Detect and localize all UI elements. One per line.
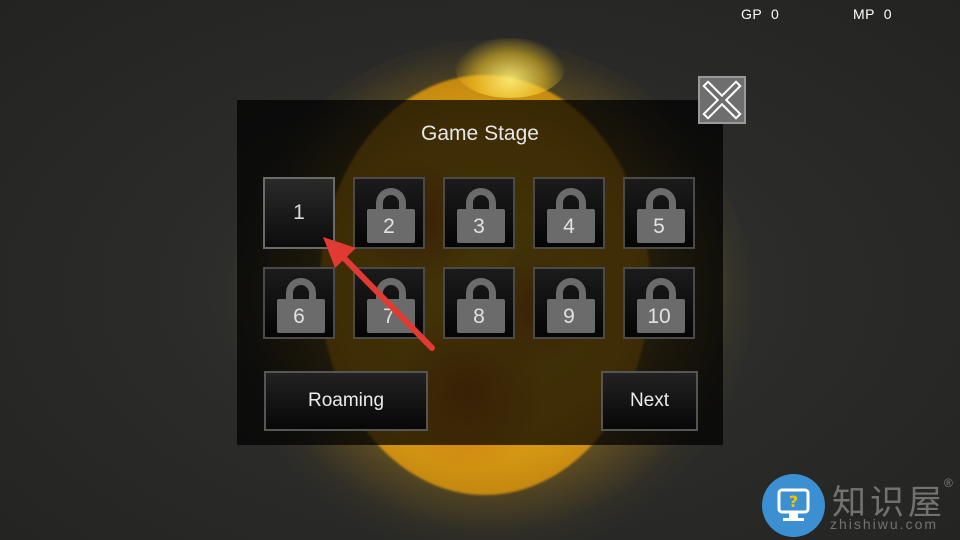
close-button[interactable] <box>698 76 746 124</box>
watermark-logo-icon: ? <box>762 474 825 537</box>
stage-number: 9 <box>563 305 575 328</box>
stage-number: 6 <box>293 305 305 328</box>
svg-text:?: ? <box>789 492 798 511</box>
game-scene: GP 0 MP 0 Game Stage 1 2 3 4 5 6 7 8 9 10 Roaming… <box>0 0 960 540</box>
stage-number: 5 <box>653 215 665 238</box>
close-icon <box>702 80 742 120</box>
stage-number: 10 <box>647 305 671 328</box>
stage-button-5[interactable]: 5 <box>623 177 695 249</box>
roaming-button[interactable]: Roaming <box>264 371 428 431</box>
stage-number: 7 <box>383 305 395 328</box>
gp-label: GP <box>741 6 763 22</box>
stage-button-4[interactable]: 4 <box>533 177 605 249</box>
stage-number: 8 <box>473 305 485 328</box>
stage-button-3[interactable]: 3 <box>443 177 515 249</box>
gp-counter: GP 0 <box>741 6 779 22</box>
stage-select-panel: Game Stage 1 2 3 4 5 6 7 8 9 10 Roaming Next <box>237 100 723 445</box>
mp-counter: MP 0 <box>853 6 892 22</box>
sun-flare <box>455 38 565 98</box>
mp-label: MP <box>853 6 875 22</box>
mp-value: 0 <box>883 6 893 22</box>
stage-button-1[interactable]: 1 <box>263 177 335 249</box>
stage-button-9[interactable]: 9 <box>533 267 605 339</box>
stage-number: 2 <box>383 215 395 238</box>
stage-button-10[interactable]: 10 <box>623 267 695 339</box>
gp-value: 0 <box>771 6 780 22</box>
stage-button-6[interactable]: 6 <box>263 267 335 339</box>
panel-title: Game Stage <box>421 122 539 145</box>
stage-button-2[interactable]: 2 <box>353 177 425 249</box>
next-button[interactable]: Next <box>601 371 698 431</box>
stage-button-8[interactable]: 8 <box>443 267 515 339</box>
stage-number: 4 <box>563 215 575 238</box>
watermark-url: zhishiwu.com <box>830 516 939 532</box>
watermark-registered-mark: ® <box>944 476 953 490</box>
stage-button-7[interactable]: 7 <box>353 267 425 339</box>
stage-number: 1 <box>293 201 305 224</box>
stage-number: 3 <box>473 215 485 238</box>
